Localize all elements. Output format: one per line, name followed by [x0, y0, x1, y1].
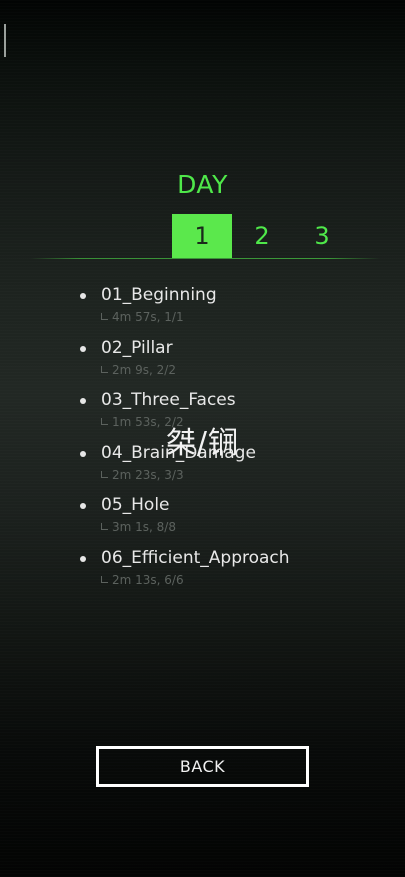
branch-icon	[101, 365, 108, 373]
day-title: DAY	[177, 170, 228, 199]
branch-icon	[101, 470, 108, 478]
branch-icon	[101, 523, 108, 531]
bullet-icon	[80, 345, 86, 352]
branch-icon	[101, 313, 108, 320]
level-name: 01_Beginning	[101, 285, 217, 305]
level-stats: 2m 9s, 2/2	[101, 362, 176, 377]
branch-icon	[101, 575, 108, 583]
level-name: 05_Hole	[101, 495, 170, 516]
level-stats-text: 2m 13s, 6/6	[112, 572, 184, 587]
back-button[interactable]: BACK	[96, 746, 309, 787]
bullet-icon	[80, 398, 86, 405]
level-item[interactable]: 06_Efficient_Approach 2m 13s, 6/6	[78, 548, 378, 601]
level-stats: 4m 57s, 1/1	[101, 310, 184, 324]
level-name: 03_Three_Faces	[101, 390, 236, 411]
level-stats-text: 4m 57s, 1/1	[112, 310, 184, 324]
level-item[interactable]: 01_Beginning 4m 57s, 1/1	[78, 285, 378, 338]
tab-day-3[interactable]: 3	[292, 214, 352, 258]
level-stats-text: 3m 1s, 8/8	[112, 520, 176, 535]
bullet-icon	[80, 555, 86, 562]
level-stats: 2m 13s, 6/6	[101, 572, 184, 587]
level-stats: 2m 23s, 3/3	[101, 467, 184, 482]
level-name: 06_Efficient_Approach	[101, 547, 290, 568]
level-stats-text: 2m 23s, 3/3	[112, 467, 184, 482]
tab-underline	[30, 258, 380, 259]
level-item[interactable]: 02_Pillar 2m 9s, 2/2	[78, 338, 378, 391]
level-stats: 3m 1s, 8/8	[101, 520, 176, 535]
level-name: 02_Pillar	[101, 337, 173, 358]
tab-day-2[interactable]: 2	[232, 214, 292, 258]
level-stats-text: 2m 9s, 2/2	[112, 362, 176, 377]
tab-day-1[interactable]: 1	[172, 214, 232, 258]
bullet-icon	[80, 293, 86, 299]
overlay-glyph-text: 桀/锎	[165, 426, 240, 461]
bullet-icon	[80, 503, 86, 510]
edge-marker	[4, 24, 6, 57]
level-item[interactable]: 05_Hole 3m 1s, 8/8	[78, 495, 378, 548]
